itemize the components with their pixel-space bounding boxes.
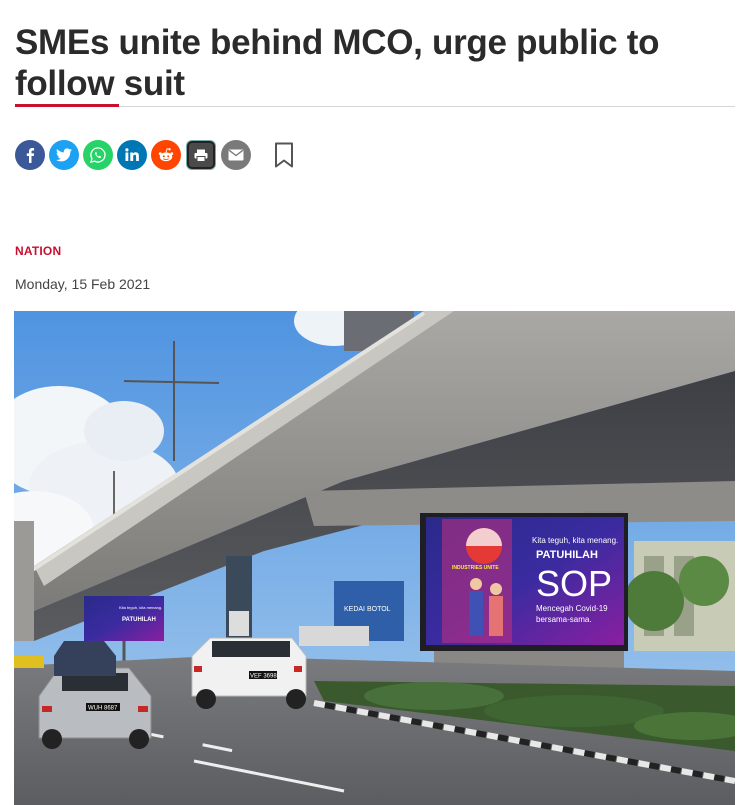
reddit-icon	[158, 148, 174, 162]
share-linkedin-button[interactable]	[117, 140, 147, 170]
small-billboard-headline: PATUHILAH	[122, 617, 156, 623]
bookmark-button[interactable]	[271, 140, 297, 170]
billboard-tagline: Kita teguh, kita menang.	[532, 536, 618, 545]
share-bar	[15, 139, 297, 171]
publish-date: Monday, 15 Feb 2021	[15, 276, 151, 292]
billboard-headline-2: SOP	[536, 563, 612, 604]
share-facebook-button[interactable]	[15, 140, 45, 170]
sedan-plate: WUH 8687	[88, 706, 118, 712]
billboard-headline-1: PATUHILAH	[536, 549, 598, 561]
article-headline: SMEs unite behind MCO, urge public to fo…	[15, 23, 660, 103]
email-icon	[228, 149, 244, 161]
suv-plate: VEF 3698	[250, 674, 277, 680]
article-photo: KEDAI BOTOL Kita teguh, kita menang. PAT…	[14, 311, 735, 805]
small-billboard-tagline: Kita teguh, kita menang.	[119, 605, 162, 610]
billboard-brand: INDUSTRIES UNITE	[452, 565, 499, 571]
share-print-button[interactable]	[187, 141, 215, 169]
share-reddit-button[interactable]	[151, 140, 181, 170]
headline-accent-bar	[15, 104, 119, 107]
article-photo-illustration: KEDAI BOTOL Kita teguh, kita menang. PAT…	[14, 311, 735, 805]
billboard-sub-1: Mencegah Covid-19	[536, 604, 608, 613]
share-twitter-button[interactable]	[49, 140, 79, 170]
linkedin-icon	[125, 148, 139, 161]
bookmark-icon	[275, 142, 293, 168]
wall-text: KEDAI BOTOL	[344, 606, 391, 613]
section-label[interactable]: NATION	[15, 244, 61, 258]
share-whatsapp-button[interactable]	[83, 140, 113, 170]
print-icon	[194, 149, 208, 162]
share-email-button[interactable]	[221, 140, 251, 170]
headline-divider	[15, 106, 735, 107]
facebook-icon	[26, 148, 35, 163]
twitter-icon	[56, 148, 72, 162]
billboard-sub-2: bersama-sama.	[536, 615, 592, 624]
whatsapp-icon	[89, 147, 106, 164]
